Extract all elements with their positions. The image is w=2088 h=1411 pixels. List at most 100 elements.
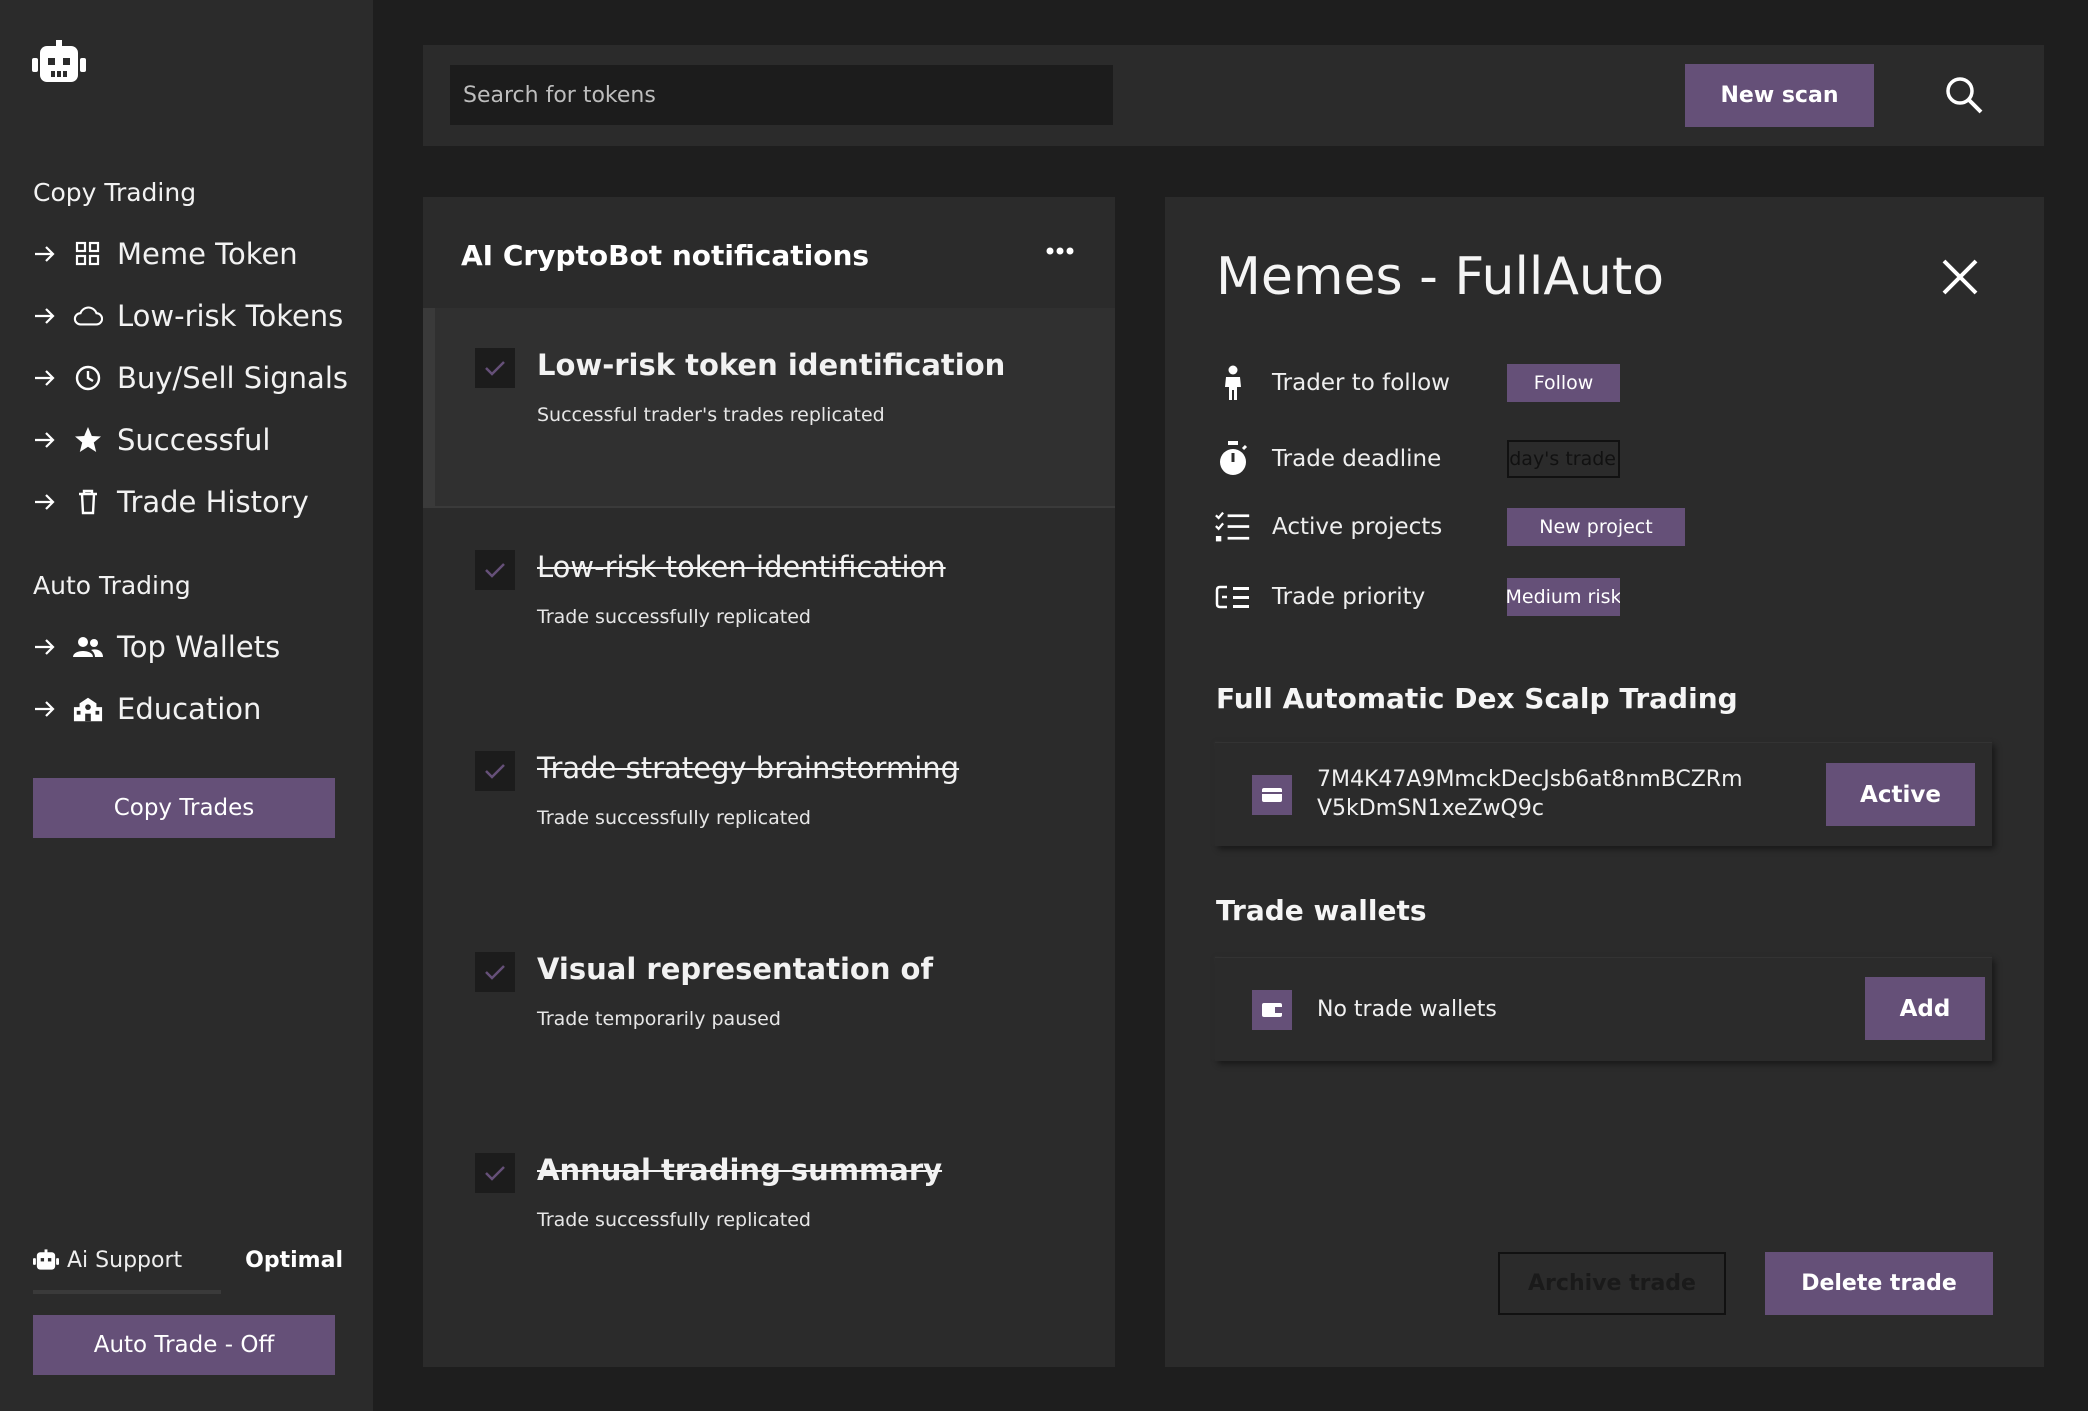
- trash-icon: [73, 487, 103, 517]
- notification-item[interactable]: Low-risk token identification Trade succ…: [423, 510, 1115, 710]
- copy-trades-button[interactable]: Copy Trades: [33, 778, 335, 838]
- deadline-tag-button[interactable]: Today's trade: [1507, 440, 1620, 478]
- checkbox[interactable]: [475, 952, 515, 992]
- prop-active-projects: Active projects New project: [1215, 505, 1715, 549]
- arrow-right-icon: [35, 370, 55, 386]
- ai-support-value: Optimal: [245, 1247, 343, 1273]
- auto-trading-title: Auto Trading: [33, 571, 191, 600]
- school-icon: [73, 694, 103, 724]
- trade-detail-panel: Memes - FullAuto Trader to follow Follow…: [1165, 197, 2044, 1367]
- notification-subtitle: Trade successfully replicated: [537, 606, 811, 628]
- scalp-wallet-card: 7M4K47A9MmckDecJsb6at8nmBCZRm V5kDmSN1xe…: [1215, 742, 1992, 846]
- auto-trade-toggle-button[interactable]: Auto Trade - Off: [33, 1315, 335, 1375]
- notification-title: Low-risk token identification: [537, 348, 1006, 382]
- top-bar: New scan: [423, 45, 2044, 146]
- checkbox[interactable]: [475, 751, 515, 791]
- arrow-right-icon: [35, 432, 55, 448]
- sidebar-item-label: Buy/Sell Signals: [117, 361, 348, 395]
- sidebar-item-buy-sell-signals[interactable]: Buy/Sell Signals: [33, 356, 363, 400]
- sidebar-item-education[interactable]: Education: [33, 687, 363, 731]
- checkbox[interactable]: [475, 348, 515, 388]
- checklist-icon: [1215, 507, 1251, 547]
- sidebar-item-label: Meme Token: [117, 237, 298, 271]
- notifications-panel: AI CryptoBot notifications Low-risk toke…: [423, 197, 1115, 1367]
- priority-tag-button[interactable]: Medium risk: [1507, 578, 1620, 616]
- notification-subtitle: Successful trader's trades replicated: [537, 404, 885, 426]
- prop-trader-to-follow: Trader to follow Follow: [1215, 361, 1715, 405]
- notification-title: Annual trading summary: [537, 1153, 943, 1187]
- sidebar-item-label: Trade History: [117, 485, 309, 519]
- prop-label: Active projects: [1272, 514, 1443, 540]
- new-project-tag-button[interactable]: New project: [1507, 508, 1685, 546]
- trade-wallets-title: Trade wallets: [1216, 894, 1427, 927]
- grid-icon: [73, 239, 103, 269]
- more-options-icon[interactable]: [1045, 245, 1075, 257]
- prop-trade-deadline: Trade deadline Today's trade: [1215, 437, 1715, 481]
- wallet-address-line: 7M4K47A9MmckDecJsb6at8nmBCZRm: [1317, 767, 1743, 792]
- notification-item[interactable]: Low-risk token identification Successful…: [423, 308, 1115, 508]
- arrow-right-icon: [35, 246, 55, 262]
- checkmark-icon: [485, 1166, 505, 1181]
- no-wallets-text: No trade wallets: [1317, 997, 1497, 1022]
- sidebar-item-successful[interactable]: Successful: [33, 418, 363, 462]
- arrow-right-icon: [35, 494, 55, 510]
- checkbox[interactable]: [475, 1153, 515, 1193]
- arrow-right-icon: [35, 308, 55, 324]
- notification-item[interactable]: Trade strategy brainstorming Trade succe…: [423, 711, 1115, 911]
- checkmark-icon: [485, 764, 505, 779]
- priority-icon: [1215, 577, 1251, 617]
- copy-trading-title: Copy Trading: [33, 178, 197, 207]
- notification-item[interactable]: Annual trading summary Trade successfull…: [423, 1113, 1115, 1313]
- wallet-address: 7M4K47A9MmckDecJsb6at8nmBCZRm V5kDmSN1xe…: [1317, 765, 1743, 823]
- notification-subtitle: Trade temporarily paused: [537, 1008, 781, 1030]
- sidebar-item-low-risk-tokens[interactable]: Low-risk Tokens: [33, 294, 363, 338]
- notification-subtitle: Trade successfully replicated: [537, 807, 811, 829]
- star-icon: [73, 425, 103, 455]
- active-button[interactable]: Active: [1826, 763, 1975, 826]
- sidebar-item-trade-history[interactable]: Trade History: [33, 480, 363, 524]
- follow-tag-button[interactable]: Follow: [1507, 364, 1620, 402]
- prop-label: Trade deadline: [1272, 446, 1442, 472]
- archive-trade-button[interactable]: Archive trade: [1498, 1252, 1726, 1315]
- notification-item[interactable]: Visual representation of Trade temporari…: [423, 912, 1115, 1112]
- notifications-header: AI CryptoBot notifications: [461, 239, 870, 272]
- arrow-right-icon: [35, 639, 55, 655]
- checkbox[interactable]: [475, 550, 515, 590]
- wallet-address-line: V5kDmSN1xeZwQ9c: [1317, 796, 1544, 821]
- divider: [33, 1290, 221, 1294]
- add-wallet-button[interactable]: Add: [1865, 977, 1985, 1040]
- new-scan-button[interactable]: New scan: [1685, 64, 1874, 127]
- ai-support-label: Ai Support: [67, 1247, 183, 1273]
- ai-support-status: Ai Support Optimal: [33, 1240, 343, 1280]
- notification-title: Visual representation of: [537, 952, 934, 986]
- sidebar-item-label: Top Wallets: [117, 630, 281, 664]
- notification-title: Low-risk token identification: [537, 550, 946, 584]
- arrow-right-icon: [35, 701, 55, 717]
- notification-title: Trade strategy brainstorming: [537, 751, 960, 785]
- robot-icon: [33, 1249, 59, 1270]
- search-input[interactable]: [450, 65, 1113, 125]
- prop-label: Trade priority: [1272, 584, 1426, 610]
- trade-title: Memes - FullAuto: [1216, 247, 1665, 307]
- scalp-section-title: Full Automatic Dex Scalp Trading: [1216, 682, 1738, 715]
- sidebar-item-label: Low-risk Tokens: [117, 299, 344, 333]
- sidebar-item-top-wallets[interactable]: Top Wallets: [33, 625, 363, 669]
- sidebar-item-meme-token[interactable]: Meme Token: [33, 232, 363, 276]
- checkmark-icon: [485, 563, 505, 578]
- checkmark-icon: [485, 965, 505, 980]
- robot-logo-icon: [32, 40, 86, 82]
- delete-trade-button[interactable]: Delete trade: [1765, 1252, 1993, 1315]
- sidebar-item-label: Successful: [117, 423, 271, 457]
- stopwatch-icon: [1215, 439, 1251, 479]
- prop-trade-priority: Trade priority Medium risk: [1215, 575, 1715, 619]
- wallet-icon: [1252, 990, 1292, 1030]
- prop-label: Trader to follow: [1272, 370, 1450, 396]
- notification-subtitle: Trade successfully replicated: [537, 1209, 811, 1231]
- search-icon[interactable]: [1944, 75, 1984, 115]
- wallet-icon: [1252, 775, 1292, 815]
- clock-icon: [73, 363, 103, 393]
- people-icon: [73, 632, 103, 662]
- checkmark-icon: [485, 361, 505, 376]
- close-icon[interactable]: [1940, 257, 1980, 297]
- person-icon: [1215, 363, 1251, 403]
